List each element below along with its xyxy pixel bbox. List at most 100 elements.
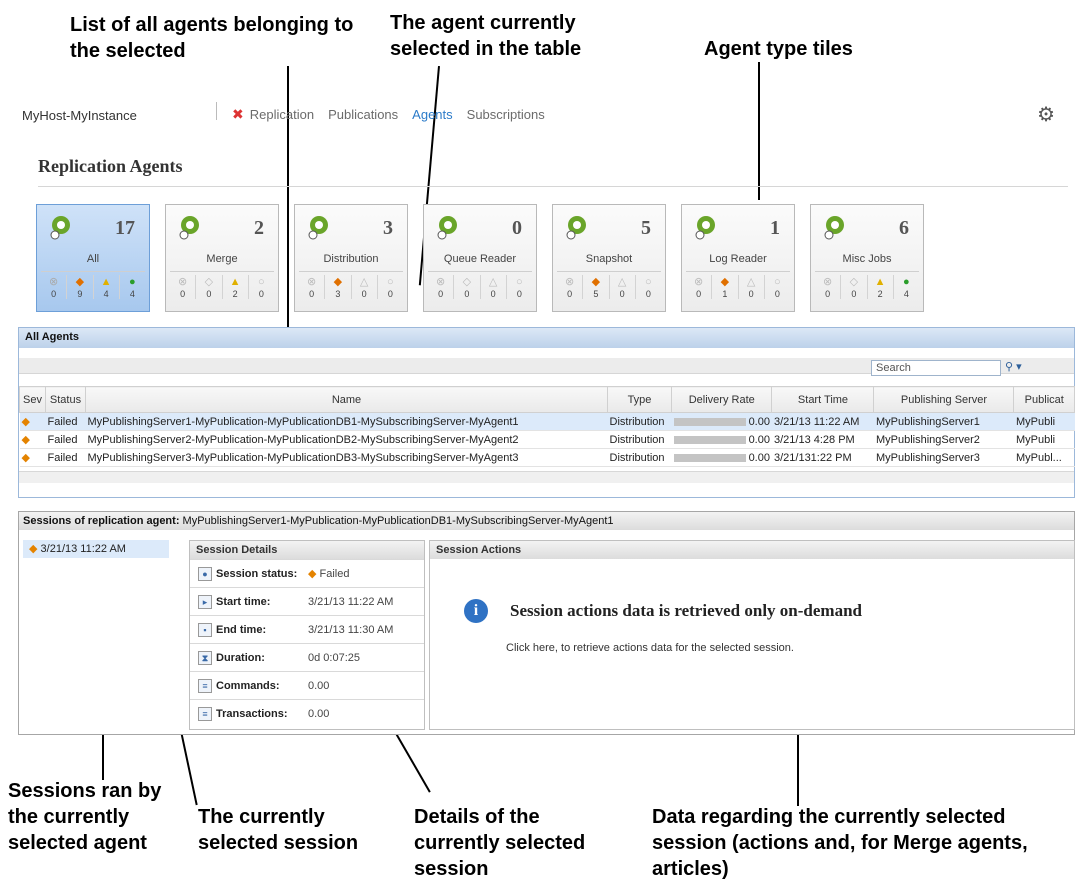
error-icon: ⊗ bbox=[694, 276, 704, 288]
cell-type: Distribution bbox=[607, 448, 672, 467]
ok-icon: ○ bbox=[516, 276, 523, 288]
col-delivery-rate[interactable]: Delivery Rate bbox=[670, 386, 773, 413]
cell-start-time: 3/21/13 4:28 PM bbox=[771, 430, 874, 449]
session-details: Session Details ● Session status: ◆ Failed… bbox=[189, 540, 425, 730]
page-title: Replication Agents bbox=[38, 156, 183, 176]
tile-misc-jobs[interactable]: 6 Misc Jobs ⊗ 0 ◇ 0 ▲ 2 ● 4 bbox=[810, 204, 924, 312]
settings-gear-icon[interactable]: ⚙ bbox=[1037, 102, 1055, 127]
horizontal-scrollbar[interactable] bbox=[19, 471, 1074, 483]
tile-snapshot[interactable]: 5 Snapshot ⊗ 0 ◆ 5 △ 0 ○ 0 bbox=[552, 204, 666, 312]
col-type[interactable]: Type bbox=[607, 386, 672, 413]
error-icon: ⊗ bbox=[436, 276, 446, 288]
detail-row: ≡ Commands: 0.00 bbox=[190, 671, 424, 699]
col-status[interactable]: Status bbox=[45, 386, 86, 413]
error-icon: ⊗ bbox=[178, 276, 188, 288]
main-nav: ✖ Replication Publications Agents Subscr… bbox=[232, 106, 545, 123]
tile-distribution[interactable]: 3 Distribution ⊗ 0 ◆ 3 △ 0 ○ 0 bbox=[294, 204, 408, 312]
tile-label: Misc Jobs bbox=[842, 253, 892, 265]
col-publishing-server[interactable]: Publishing Server bbox=[873, 386, 1015, 413]
annotation-selected-agent: The agent currently selected in the tabl… bbox=[390, 12, 582, 60]
col-start-time[interactable]: Start Time bbox=[771, 386, 875, 413]
stat-ok: ○ 0 bbox=[636, 275, 661, 299]
cell-type: Distribution bbox=[607, 430, 672, 449]
tile-divider bbox=[815, 271, 919, 272]
nav-subscriptions[interactable]: Subscriptions bbox=[467, 107, 545, 122]
queue-reader-agent-icon bbox=[437, 216, 457, 240]
col-publication[interactable]: Publicat bbox=[1013, 386, 1075, 413]
stat-failed: ◆ 5 bbox=[583, 275, 610, 299]
nav-replication[interactable]: Replication bbox=[250, 107, 314, 122]
log-reader-agent-icon bbox=[695, 216, 715, 240]
tile-queue-reader[interactable]: 0 Queue Reader ⊗ 0 ◇ 0 △ 0 ○ 0 bbox=[423, 204, 537, 312]
stat-warning: △ 0 bbox=[610, 275, 636, 299]
ok-icon: ○ bbox=[645, 276, 652, 288]
tile-divider bbox=[41, 271, 145, 272]
warning-icon: △ bbox=[488, 276, 498, 288]
stat-error: ⊗ 0 bbox=[170, 275, 197, 299]
ok-icon: ○ bbox=[774, 276, 781, 288]
stat-ok: ○ 0 bbox=[507, 275, 532, 299]
warning-icon: ▲ bbox=[229, 276, 241, 288]
duration-icon: ⧗ bbox=[198, 650, 212, 665]
failed-icon: ◆ bbox=[591, 276, 601, 288]
table-row[interactable]: ◆ Failed MyPublishingServer1-MyPublicati… bbox=[19, 412, 1075, 431]
cell-name: MyPublishingServer3-MyPublication-MyPubl… bbox=[85, 448, 608, 467]
tile-label: Merge bbox=[206, 253, 238, 265]
tile-log-reader[interactable]: 1 Log Reader ⊗ 0 ◆ 1 △ 0 ○ 0 bbox=[681, 204, 795, 312]
failed-icon: ◇ bbox=[849, 276, 859, 288]
top-nav-bar: MyHost-MyInstance ✖ Replication Publicat… bbox=[0, 96, 1075, 136]
failed-icon: ◆ bbox=[29, 543, 38, 555]
cell-publication: MyPubli bbox=[1013, 430, 1075, 449]
col-name[interactable]: Name bbox=[85, 386, 608, 413]
cell-type: Distribution bbox=[607, 412, 672, 431]
host-name: MyHost-MyInstance bbox=[22, 108, 137, 123]
stat-ok: ● 4 bbox=[894, 275, 919, 299]
transactions-icon: ≡ bbox=[198, 706, 212, 721]
session-list-item[interactable]: ◆ 3/21/13 11:22 AM bbox=[23, 540, 169, 558]
tile-divider bbox=[686, 271, 790, 272]
cell-delivery-rate: 0.00 bbox=[671, 448, 772, 467]
panel-title: All Agents bbox=[19, 328, 1074, 348]
severity-icon: ◆ bbox=[19, 430, 46, 449]
stat-warning: △ 0 bbox=[352, 275, 378, 299]
tile-stats: ⊗ 0 ◇ 0 ▲ 2 ○ 0 bbox=[170, 275, 274, 299]
ok-icon: ● bbox=[129, 276, 136, 288]
annotation-data: Data regarding the currently selected se… bbox=[652, 806, 1028, 880]
title-divider bbox=[38, 186, 1068, 187]
severity-icon: ◆ bbox=[19, 412, 46, 431]
stat-error: ⊗ 0 bbox=[299, 275, 326, 299]
search-icon[interactable]: ⚲ ▾ bbox=[1005, 360, 1035, 376]
stat-failed: ◆ 1 bbox=[712, 275, 739, 299]
gear-agent-icon bbox=[50, 216, 70, 240]
tile-label: Distribution bbox=[323, 253, 379, 265]
search-input[interactable]: Search bbox=[871, 360, 1001, 376]
tile-all[interactable]: 17 All ⊗ 0 ◆ 9 ▲ 4 ● 4 bbox=[36, 204, 150, 312]
ok-icon: ○ bbox=[387, 276, 394, 288]
nav-publications[interactable]: Publications bbox=[328, 107, 398, 122]
stat-warning: △ 0 bbox=[481, 275, 507, 299]
sessions-header: Sessions of replication agent: MyPublish… bbox=[19, 512, 1074, 530]
stat-failed: ◆ 9 bbox=[67, 275, 94, 299]
tile-divider bbox=[428, 271, 532, 272]
failed-icon: ◆ bbox=[333, 276, 343, 288]
nav-agents[interactable]: Agents bbox=[412, 107, 452, 122]
distribution-agent-icon bbox=[308, 216, 328, 240]
retrieve-actions-link[interactable]: Click here, to retrieve actions data for… bbox=[506, 642, 794, 654]
table-row[interactable]: ◆ Failed MyPublishingServer3-MyPublicati… bbox=[19, 448, 1075, 467]
tile-label: Log Reader bbox=[709, 253, 767, 265]
annotation-agents-list: List of all agents belonging to the sele… bbox=[70, 14, 354, 62]
severity-icon: ◆ bbox=[19, 448, 46, 467]
failed-icon: ◇ bbox=[204, 276, 214, 288]
stat-ok: ○ 0 bbox=[378, 275, 403, 299]
table-row[interactable]: ◆ Failed MyPublishingServer2-MyPublicati… bbox=[19, 430, 1075, 449]
stat-ok: ○ 0 bbox=[765, 275, 790, 299]
rate-bar bbox=[673, 453, 746, 462]
tile-stats: ⊗ 0 ◇ 0 △ 0 ○ 0 bbox=[428, 275, 532, 299]
tile-label: Snapshot bbox=[585, 253, 633, 265]
col-sev[interactable]: Sev bbox=[19, 386, 46, 413]
cell-server: MyPublishingServer3 bbox=[873, 448, 1014, 467]
detail-row: ⧗ Duration: 0d 0:07:25 bbox=[190, 643, 424, 671]
cell-server: MyPublishingServer2 bbox=[873, 430, 1014, 449]
stat-failed: ◇ 0 bbox=[841, 275, 868, 299]
tile-merge[interactable]: 2 Merge ⊗ 0 ◇ 0 ▲ 2 ○ 0 bbox=[165, 204, 279, 312]
